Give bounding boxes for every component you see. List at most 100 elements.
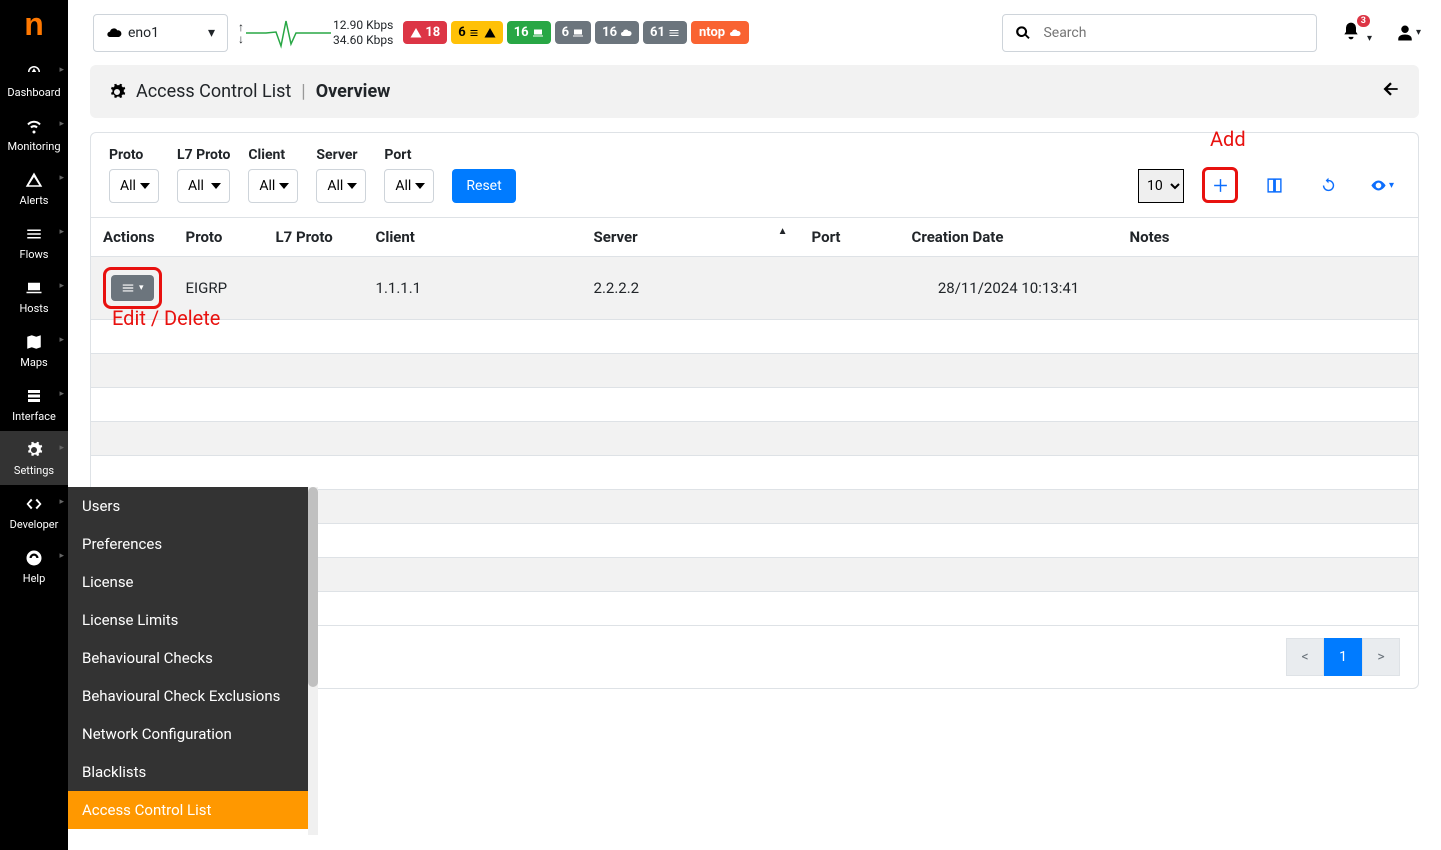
filter-label-server: Server bbox=[316, 147, 366, 163]
laptop-icon bbox=[532, 27, 544, 39]
nav-label: Flows bbox=[20, 248, 49, 261]
submenu-item-users[interactable]: Users bbox=[68, 487, 308, 525]
col-notes[interactable]: Notes bbox=[1118, 218, 1418, 257]
back-button[interactable] bbox=[1381, 79, 1401, 104]
add-button[interactable] bbox=[1202, 167, 1238, 203]
pager-page[interactable]: 1 bbox=[1324, 638, 1362, 676]
badge-alerts[interactable]: 18 bbox=[403, 21, 447, 44]
cloud-icon bbox=[106, 25, 122, 41]
filter-l7[interactable]: All bbox=[177, 169, 230, 203]
gear-icon bbox=[108, 83, 126, 101]
interface-selector[interactable]: eno1 ▾ bbox=[93, 14, 228, 52]
submenu-item-behavioural-checks[interactable]: Behavioural Checks bbox=[68, 639, 308, 677]
scrollbar-thumb[interactable] bbox=[308, 487, 318, 687]
col-port[interactable]: Port bbox=[800, 218, 900, 257]
pager: < 1 > bbox=[1286, 638, 1400, 676]
cloud-icon bbox=[729, 27, 741, 39]
submenu-item-acl[interactable]: Access Control List bbox=[68, 791, 308, 829]
table-row-empty bbox=[91, 320, 1418, 354]
submenu-item-behavioural-exclusions[interactable]: Behavioural Check Exclusions bbox=[68, 677, 308, 715]
breadcrumb-sep: | bbox=[301, 81, 305, 102]
cell-notes bbox=[1118, 257, 1418, 320]
filter-label-client: Client bbox=[248, 147, 298, 163]
chevron-right-icon: ▸ bbox=[59, 173, 64, 183]
cell-created: 28/11/2024 10:13:41 bbox=[900, 257, 1118, 320]
col-client[interactable]: Client bbox=[364, 218, 582, 257]
filter-label-proto: Proto bbox=[109, 147, 159, 163]
nav-settings[interactable]: ▸Settings bbox=[0, 431, 68, 485]
submenu-item-blacklists[interactable]: Blacklists bbox=[68, 753, 308, 791]
col-created[interactable]: Creation Date bbox=[900, 218, 1118, 257]
col-proto[interactable]: Proto bbox=[174, 218, 264, 257]
ntop-badge[interactable]: ntop bbox=[691, 21, 749, 44]
reset-button[interactable]: Reset bbox=[452, 169, 515, 203]
row-actions-button[interactable]: ▾ bbox=[111, 275, 154, 301]
nav-label: Maps bbox=[20, 356, 47, 369]
refresh-icon bbox=[1320, 177, 1337, 194]
visibility-button[interactable]: ▾ bbox=[1364, 167, 1400, 203]
col-server[interactable]: Server bbox=[582, 218, 800, 257]
badge-flagged[interactable]: 6 bbox=[451, 21, 502, 44]
filter-proto[interactable]: All bbox=[109, 169, 159, 203]
submenu-scrollbar[interactable] bbox=[308, 487, 318, 835]
nav-label: Alerts bbox=[20, 194, 49, 207]
filter-server[interactable]: All bbox=[316, 169, 366, 203]
columns-button[interactable] bbox=[1256, 167, 1292, 203]
filter-label-l7: L7 Proto bbox=[177, 147, 230, 163]
alert-icon bbox=[484, 27, 496, 39]
chevron-down-icon: ▾ bbox=[1389, 180, 1394, 191]
table-row-empty bbox=[91, 422, 1418, 456]
nav-interface[interactable]: ▸Interface bbox=[0, 377, 68, 431]
chevron-right-icon: ▸ bbox=[59, 119, 64, 129]
nav-help[interactable]: ▸Help bbox=[0, 539, 68, 593]
nav-label: Hosts bbox=[19, 302, 48, 315]
chevron-down-icon: ▾ bbox=[1416, 27, 1421, 38]
arrow-left-icon bbox=[1381, 79, 1401, 99]
badge-devices[interactable]: 6 bbox=[555, 21, 591, 44]
badge-ifaces[interactable]: 16 bbox=[595, 21, 639, 44]
chevron-right-icon: ▸ bbox=[59, 281, 64, 291]
nav-hosts[interactable]: ▸ Hosts bbox=[0, 269, 68, 323]
user-menu[interactable]: ▾ bbox=[1396, 24, 1421, 42]
refresh-button[interactable] bbox=[1310, 167, 1346, 203]
chevron-right-icon: ▸ bbox=[59, 443, 64, 453]
alert-icon bbox=[410, 27, 422, 39]
submenu-item-network-config[interactable]: Network Configuration bbox=[68, 715, 308, 753]
col-l7[interactable]: L7 Proto bbox=[264, 218, 364, 257]
search-input[interactable] bbox=[1043, 25, 1316, 41]
nav-label: Dashboard bbox=[7, 86, 60, 99]
pager-prev[interactable]: < bbox=[1286, 638, 1324, 676]
search-box[interactable] bbox=[1002, 14, 1317, 52]
logo: n bbox=[24, 0, 44, 53]
nav-dashboard[interactable]: ▸ Dashboard bbox=[0, 53, 68, 107]
nav-flows[interactable]: ▸ Flows bbox=[0, 215, 68, 269]
nav-developer[interactable]: ▸Developer bbox=[0, 485, 68, 539]
filter-port[interactable]: All bbox=[384, 169, 434, 203]
gauge-icon bbox=[25, 62, 43, 82]
chevron-right-icon: ▸ bbox=[59, 551, 64, 561]
nav-monitoring[interactable]: ▸Monitoring bbox=[0, 107, 68, 161]
nav-alerts[interactable]: ▸ Alerts bbox=[0, 161, 68, 215]
nav-label: Developer bbox=[10, 518, 59, 531]
page-size-select[interactable]: 10 bbox=[1138, 169, 1184, 203]
submenu-item-license[interactable]: License bbox=[68, 563, 308, 601]
search-icon bbox=[1003, 25, 1043, 41]
table-row-empty bbox=[91, 456, 1418, 490]
chevron-down-icon: ▾ bbox=[208, 25, 215, 41]
filter-client[interactable]: All bbox=[248, 169, 298, 203]
alert-icon bbox=[25, 170, 43, 190]
badge-hosts[interactable]: 16 bbox=[507, 21, 551, 44]
nav-maps[interactable]: ▸Maps bbox=[0, 323, 68, 377]
cell-client: 1.1.1.1 bbox=[364, 257, 582, 320]
cell-l7 bbox=[264, 257, 364, 320]
submenu-item-license-limits[interactable]: License Limits bbox=[68, 601, 308, 639]
pager-next[interactable]: > bbox=[1362, 638, 1400, 676]
submenu-item-preferences[interactable]: Preferences bbox=[68, 525, 308, 563]
chevron-right-icon: ▸ bbox=[59, 227, 64, 237]
chevron-right-icon: ▸ bbox=[59, 65, 64, 75]
notifications[interactable]: 3▾ bbox=[1341, 21, 1372, 45]
badge-items[interactable]: 61 bbox=[643, 21, 687, 44]
table-row-empty bbox=[91, 388, 1418, 422]
col-actions[interactable]: Actions bbox=[91, 218, 174, 257]
network-icon bbox=[25, 386, 43, 406]
